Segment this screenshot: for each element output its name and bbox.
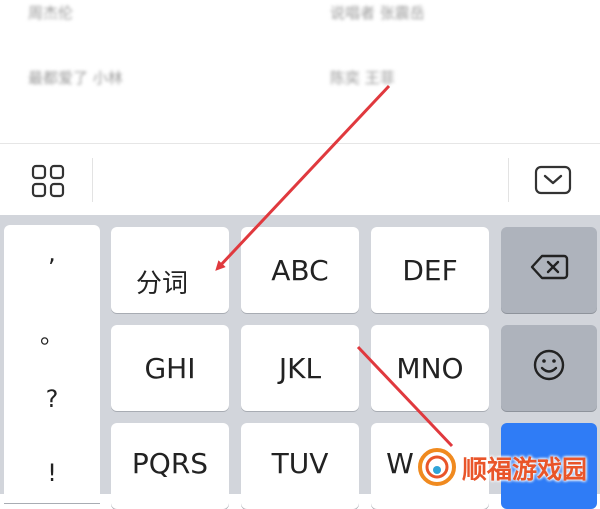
smiley-icon — [532, 348, 566, 389]
list-item-left[interactable]: 周杰伦 — [28, 2, 73, 23]
backspace-icon — [529, 253, 569, 288]
key-label: MNO — [396, 351, 464, 385]
key-label: JKL — [278, 351, 322, 385]
keyboard-hide-icon[interactable] — [533, 164, 573, 198]
list-item-right[interactable]: 陈奕 王菲 — [330, 67, 395, 88]
key-tuv[interactable]: TUV — [241, 423, 359, 509]
key-label: TUV — [271, 446, 329, 480]
punct-exclamation[interactable]: ! — [4, 459, 100, 487]
key-mno[interactable]: MNO — [371, 325, 489, 411]
toolbar-divider — [508, 158, 509, 202]
key-ghi[interactable]: GHI — [111, 325, 229, 411]
key-fenci[interactable]: 分词 — [111, 227, 229, 313]
key-label: GHI — [144, 351, 196, 385]
keyboard-toolbar — [0, 143, 600, 216]
list-item-left[interactable]: 最都爱了 小林 — [28, 67, 123, 88]
suggestion-list: 周杰伦 说唱者 张震岳 最都爱了 小林 陈奕 王菲 — [0, 0, 600, 143]
key-label: ABC — [271, 253, 329, 287]
punct-comma[interactable]: , — [4, 239, 100, 267]
key-pqrs[interactable]: PQRS — [111, 423, 229, 509]
key-label: PQRS — [131, 446, 209, 480]
emoji-key[interactable] — [501, 325, 597, 411]
key-def[interactable]: DEF — [371, 227, 489, 313]
key-label: DEF — [402, 253, 458, 287]
delete-key[interactable] — [501, 227, 597, 313]
grid-icon[interactable] — [31, 164, 65, 198]
punct-question[interactable]: ? — [4, 385, 100, 413]
watermark-text: 顺福游戏园 — [462, 455, 588, 484]
punct-period[interactable]: 。 — [4, 315, 100, 350]
list-item-right[interactable]: 说唱者 张震岳 — [330, 2, 425, 23]
key-label: 分词 — [135, 268, 188, 299]
key-abc[interactable]: ABC — [241, 227, 359, 313]
toolbar-divider — [92, 158, 93, 202]
key-label: W — [386, 446, 414, 480]
punctuation-column: , 。 ? ! — [4, 225, 100, 503]
key-jkl[interactable]: JKL — [241, 325, 359, 411]
watermark-logo-icon — [417, 447, 457, 487]
